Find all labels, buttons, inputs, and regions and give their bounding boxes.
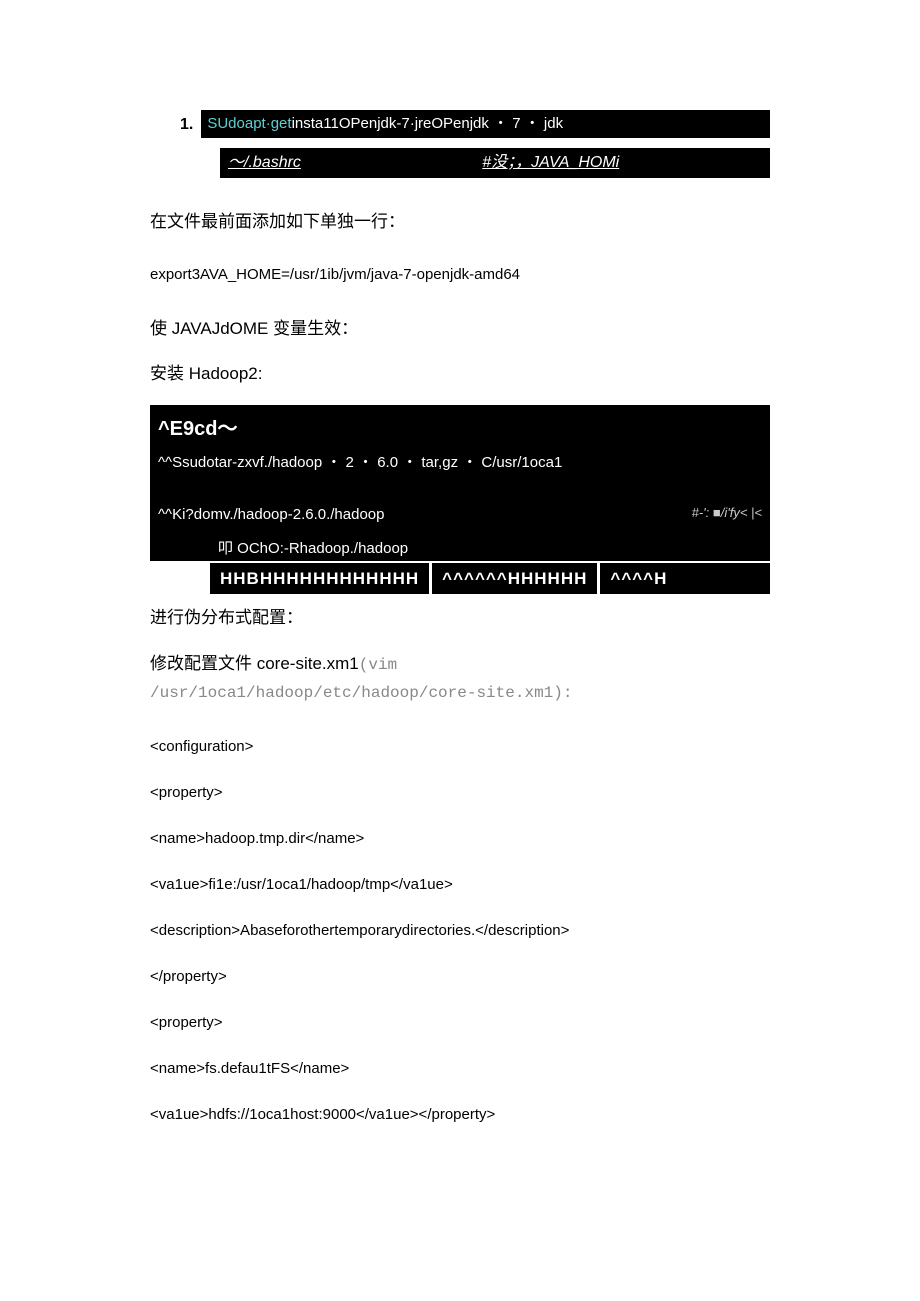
paragraph-3: 安装 Hadoop2:	[150, 360, 770, 387]
xml-line-9: <va1ue>hdfs://1oca1host:9000</va1ue></pr…	[150, 1103, 770, 1127]
paragraph-2: 使 JAVAJdOME 变量生效：	[150, 315, 770, 342]
t1-b: tar	[215, 454, 233, 471]
t3-b: OChO	[237, 540, 280, 557]
p5-c: /usr/1oca1/hadoop/etc/hadoop/core-site.x…	[150, 684, 572, 702]
terminal-block: ^E9cd〜 ^^Ssudotar-zxvf./hadoop ・ 2 ・ 6.0…	[150, 405, 770, 561]
t3-c: :-Rhadoop./hadoop	[280, 540, 408, 557]
terminal-line-2: ^^Ki?domv./hadoop-2.6.0./hadoop #-': ■/i…	[158, 503, 762, 537]
t1-d: ./hadoop ・ 2 ・ 6.0 ・ tar,gz ・ C/usr/1oca…	[264, 454, 562, 471]
terminal-line-1: ^^Ssudotar-zxvf./hadoop ・ 2 ・ 6.0 ・ tar,…	[158, 451, 762, 503]
xml-line-5: <description>Abaseforothertemporarydirec…	[150, 919, 770, 943]
paragraph-4: 进行伪分布式配置：	[150, 604, 770, 631]
footer-cell-1: HHBHHHHHHHHHHHH	[210, 563, 432, 594]
t2-a: ^^Ki?do	[158, 506, 210, 523]
bashrc-code-line: 〜/.bashrc #没；，JAVA_HOMi	[220, 148, 770, 178]
xml-line-4: <va1ue>fi1e:/usr/1oca1/hadoop/tmp</va1ue…	[150, 873, 770, 897]
code-prefix: SUdoapt·get	[207, 115, 291, 132]
numbered-code-item: 1. SUdoapt·getinsta11OPenjdk-7·jreOPenjd…	[180, 110, 770, 138]
terminal-line-3: 叩 OChO:-Rhadoop./hadoop	[158, 537, 762, 561]
footer-cell-3: ^^^^H	[600, 563, 677, 594]
bashrc-right: #没；，JAVA_HOMi	[482, 150, 762, 176]
xml-line-1: <configuration>	[150, 735, 770, 759]
xml-line-3: <name>hadoop.tmp.dir</name>	[150, 827, 770, 851]
p5-a: 修改配置文件 core-site.xm1	[150, 654, 359, 673]
p5-b: (vim	[359, 656, 397, 674]
item-number: 1.	[180, 110, 193, 138]
code-block-1: SUdoapt·getinsta11OPenjdk-7·jreOPenjdk ・…	[201, 110, 770, 138]
t2-left: ^^Ki?domv./hadoop-2.6.0./hadoop	[158, 503, 384, 527]
terminal-footer: HHBHHHHHHHHHHHH ^^^^^^HHHHHH ^^^^H	[210, 561, 770, 594]
terminal-header: ^E9cd〜	[158, 409, 762, 451]
export-code-line: export3AVA_HOME=/usr/1ib/jvm/java-7-open…	[150, 263, 770, 287]
code-rest: insta11OPenjdk-7·jreOPenjdk ・ 7 ・ jdk	[292, 115, 564, 132]
xml-line-7: <property>	[150, 1011, 770, 1035]
xml-line-2: <property>	[150, 781, 770, 805]
paragraph-1: 在文件最前面添加如下单独一行：	[150, 208, 770, 235]
t2-right: #-': ■/i'fy< |<	[692, 503, 762, 527]
xml-line-8: <name>fs.defau1tFS</name>	[150, 1057, 770, 1081]
t1-c: -zxvf	[232, 454, 264, 471]
paragraph-5: 修改配置文件 core-site.xm1(vim /usr/1oca1/hado…	[150, 650, 770, 707]
footer-cell-2: ^^^^^^HHHHHH	[432, 563, 600, 594]
t2-b: mv	[210, 506, 229, 523]
t1-a: ^^Ssudo	[158, 454, 215, 471]
xml-line-6: </property>	[150, 965, 770, 989]
bashrc-left: 〜/.bashrc	[228, 150, 482, 176]
t2-c: ./hadoop-2.6.0./hadoop	[229, 506, 384, 523]
t3-a: 叩	[218, 540, 237, 557]
